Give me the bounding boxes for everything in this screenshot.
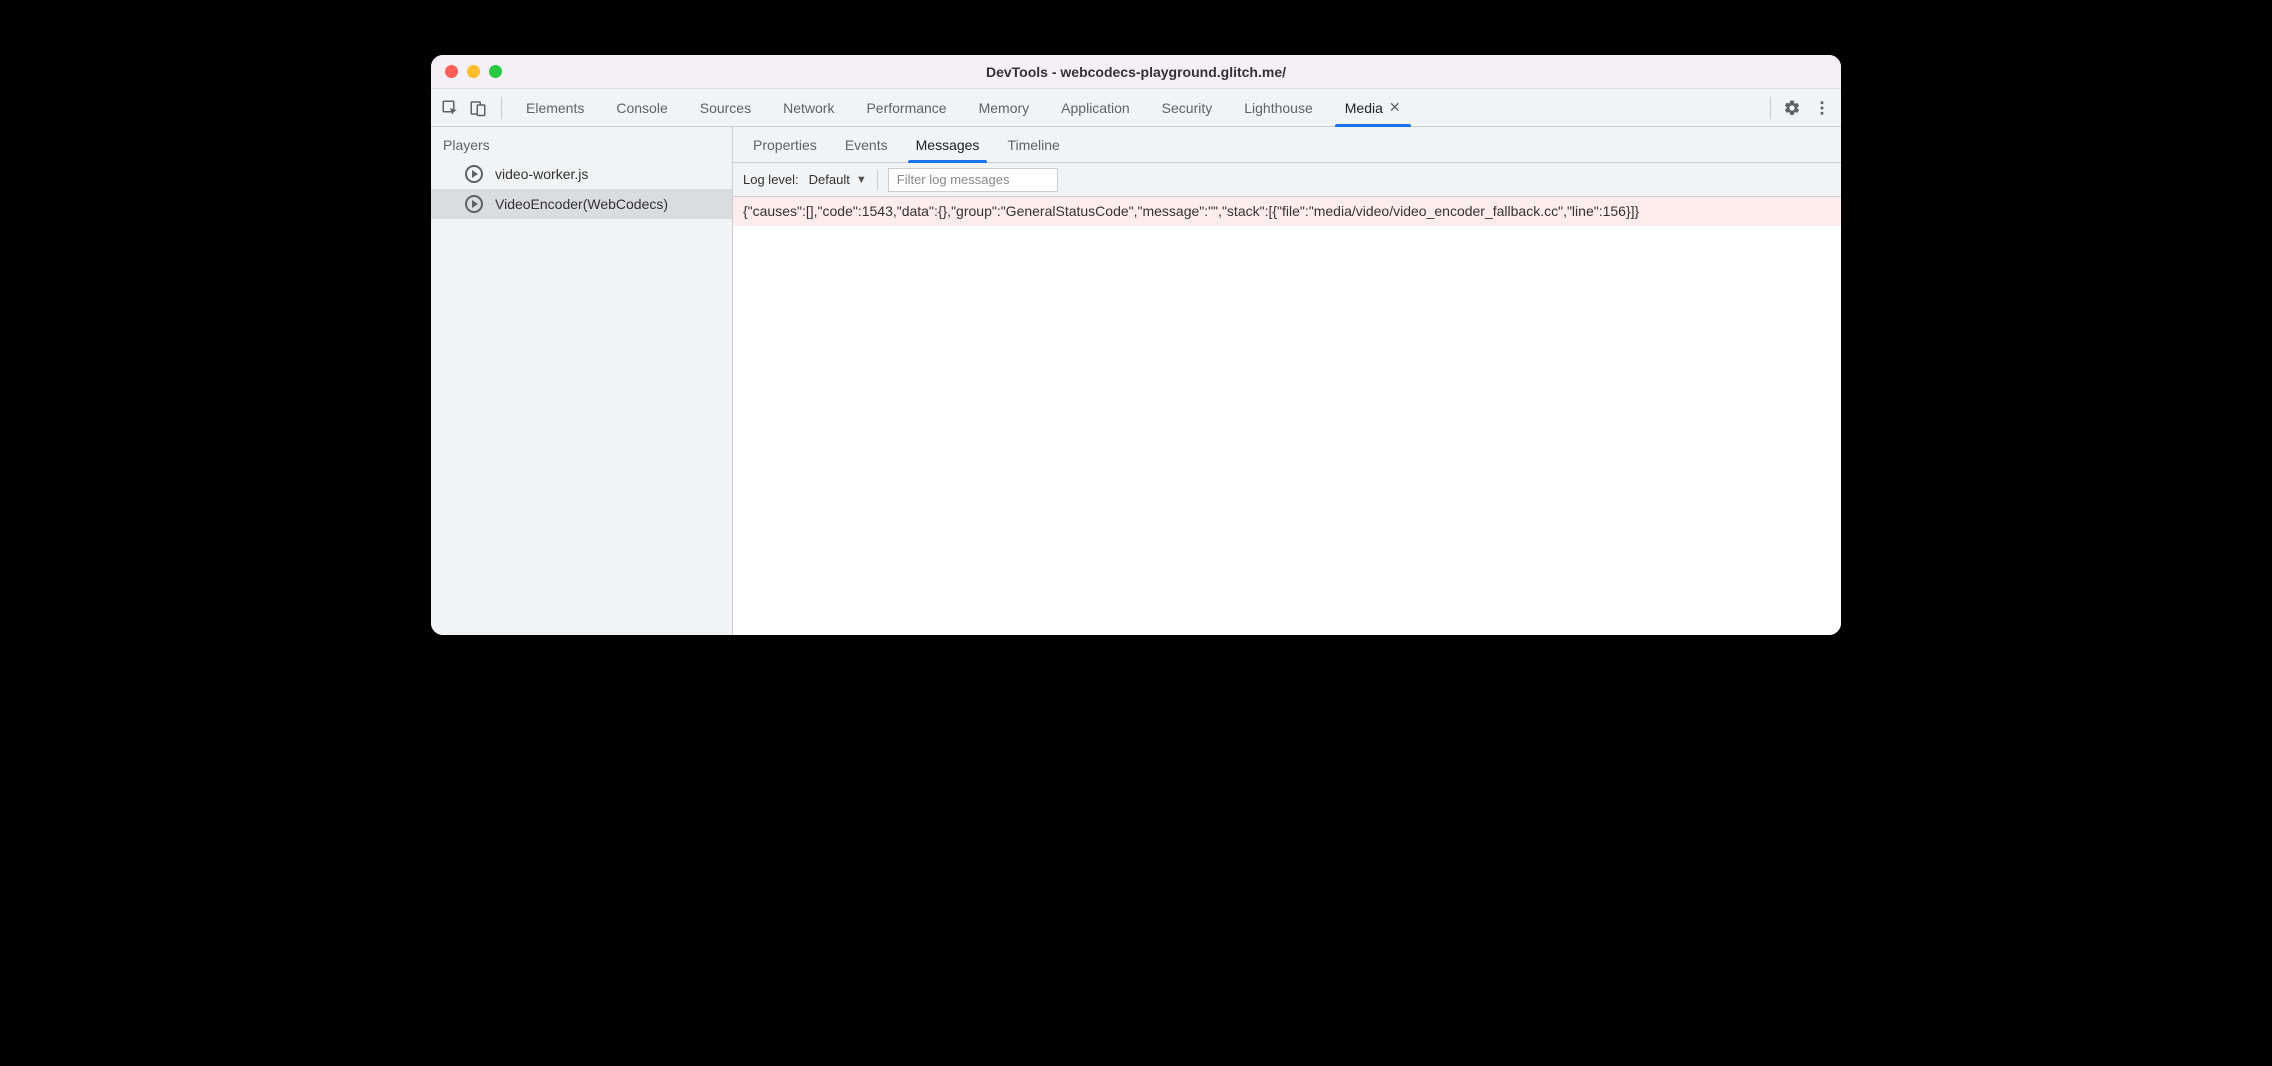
settings-icon[interactable] [1783,99,1801,117]
window-title: DevTools - webcodecs-playground.glitch.m… [986,64,1286,80]
log-level-select[interactable]: Default ▼ [809,170,878,190]
tab-label: Performance [866,100,946,116]
tab-lighthouse[interactable]: Lighthouse [1228,89,1329,126]
play-icon [465,195,483,213]
tab-label: Network [783,100,834,116]
player-item[interactable]: video-worker.js [431,159,732,189]
sidebar: Players video-worker.js VideoEncoder(WebC… [431,127,733,635]
player-label: video-worker.js [495,166,588,182]
subtab-timeline[interactable]: Timeline [993,127,1073,162]
log-level-label: Log level: [743,172,799,187]
chevron-down-icon: ▼ [856,174,867,186]
close-icon[interactable]: ✕ [1389,99,1401,116]
traffic-lights [445,65,502,78]
tab-sources[interactable]: Sources [684,89,767,126]
tab-label: Sources [700,100,751,116]
tab-label: Media [1345,100,1383,116]
toolbar-right-icons [1770,97,1831,119]
main-tabs: Elements Console Sources Network Performance… [510,89,1417,126]
inspect-element-icon[interactable] [441,99,459,117]
tab-label: Memory [979,100,1030,116]
tab-media[interactable]: Media ✕ [1329,89,1417,126]
window-close-button[interactable] [445,65,458,78]
sub-tabbar: PropertiesEventsMessagesTimeline [733,127,1841,163]
tab-performance[interactable]: Performance [850,89,962,126]
player-label: VideoEncoder(WebCodecs) [495,196,668,212]
device-toolbar-icon[interactable] [469,99,487,117]
toolbar-left-icons [441,97,502,119]
tab-label: Security [1162,100,1213,116]
tab-label: Elements [526,100,584,116]
log-level-value: Default [809,172,850,187]
tab-label: Lighthouse [1244,100,1313,116]
window-minimize-button[interactable] [467,65,480,78]
tab-network[interactable]: Network [767,89,850,126]
tab-memory[interactable]: Memory [963,89,1046,126]
titlebar: DevTools - webcodecs-playground.glitch.m… [431,55,1841,89]
subtab-messages[interactable]: Messages [902,127,994,162]
filterbar: Log level: Default ▼ [733,163,1841,197]
more-menu-icon[interactable] [1813,99,1831,117]
filter-input[interactable] [888,168,1058,192]
tab-label: Application [1061,100,1130,116]
tab-label: Console [616,100,667,116]
main-pane: PropertiesEventsMessagesTimeline Log lev… [733,127,1841,635]
play-icon [465,165,483,183]
subtab-properties[interactable]: Properties [739,127,831,162]
player-item[interactable]: VideoEncoder(WebCodecs) [431,189,732,219]
log-row: {"causes":[],"code":1543,"data":{},"grou… [733,197,1841,226]
tab-console[interactable]: Console [600,89,683,126]
log-area: {"causes":[],"code":1543,"data":{},"grou… [733,197,1841,635]
main-tabbar: Elements Console Sources Network Performance… [431,89,1841,127]
devtools-window: DevTools - webcodecs-playground.glitch.m… [431,55,1841,635]
tab-application[interactable]: Application [1045,89,1146,126]
sidebar-title: Players [431,127,732,159]
subtab-events[interactable]: Events [831,127,902,162]
tab-security[interactable]: Security [1146,89,1229,126]
body-split: Players video-worker.js VideoEncoder(WebC… [431,127,1841,635]
tab-elements[interactable]: Elements [510,89,600,126]
window-maximize-button[interactable] [489,65,502,78]
